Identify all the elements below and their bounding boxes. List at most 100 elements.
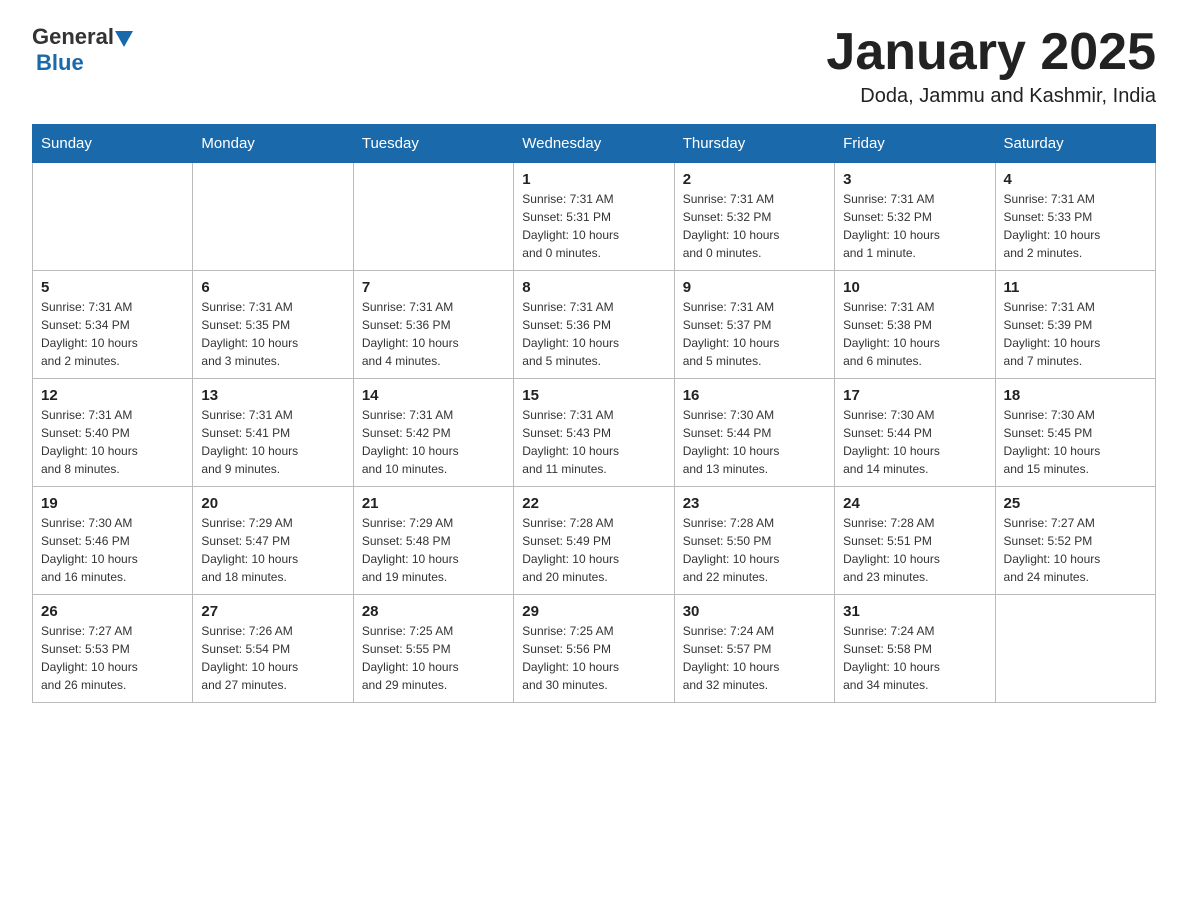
day-info: Sunrise: 7:31 AM Sunset: 5:35 PM Dayligh…: [201, 298, 344, 370]
day-info: Sunrise: 7:31 AM Sunset: 5:32 PM Dayligh…: [843, 190, 986, 262]
day-info: Sunrise: 7:31 AM Sunset: 5:43 PM Dayligh…: [522, 406, 665, 478]
calendar-cell: 25 Sunrise: 7:27 AM Sunset: 5:52 PM Dayli…: [995, 487, 1155, 595]
calendar-cell: 1 Sunrise: 7:31 AM Sunset: 5:31 PM Daylig…: [514, 163, 674, 271]
calendar-cell: 4 Sunrise: 7:31 AM Sunset: 5:33 PM Daylig…: [995, 163, 1155, 271]
day-number: 1: [522, 171, 665, 188]
day-number: 25: [1004, 495, 1147, 512]
day-info: Sunrise: 7:24 AM Sunset: 5:57 PM Dayligh…: [683, 622, 826, 694]
day-number: 22: [522, 495, 665, 512]
day-number: 31: [843, 603, 986, 620]
day-number: 12: [41, 387, 184, 404]
day-number: 10: [843, 279, 986, 296]
calendar-cell: 2 Sunrise: 7:31 AM Sunset: 5:32 PM Daylig…: [674, 163, 834, 271]
calendar-cell: 16Sunrise: 7:30 AM Sunset: 5:44 PM Dayli…: [674, 379, 834, 487]
calendar-cell: 31 Sunrise: 7:24 AM Sunset: 5:58 PM Dayli…: [835, 595, 995, 703]
day-number: 17: [843, 387, 986, 404]
day-number: 9: [683, 279, 826, 296]
day-number: 7: [362, 279, 505, 296]
calendar-cell: [193, 163, 353, 271]
day-number: 19: [41, 495, 184, 512]
weekday-header-wednesday: Wednesday: [514, 125, 674, 163]
day-number: 3: [843, 171, 986, 188]
weekday-header-sunday: Sunday: [33, 125, 193, 163]
day-info: Sunrise: 7:28 AM Sunset: 5:49 PM Dayligh…: [522, 514, 665, 586]
calendar-cell: 21 Sunrise: 7:29 AM Sunset: 5:48 PM Dayli…: [353, 487, 513, 595]
day-info: Sunrise: 7:29 AM Sunset: 5:47 PM Dayligh…: [201, 514, 344, 586]
calendar-cell: 11Sunrise: 7:31 AM Sunset: 5:39 PM Dayli…: [995, 271, 1155, 379]
day-number: 18: [1004, 387, 1147, 404]
week-row-2: 5 Sunrise: 7:31 AM Sunset: 5:34 PM Daylig…: [33, 271, 1156, 379]
weekday-header-row: SundayMondayTuesdayWednesdayThursdayFrid…: [33, 125, 1156, 163]
day-number: 14: [362, 387, 505, 404]
logo-arrow-icon: [115, 31, 133, 47]
calendar-cell: 18 Sunrise: 7:30 AM Sunset: 5:45 PM Dayli…: [995, 379, 1155, 487]
logo-general-text: General: [32, 24, 114, 50]
day-info: Sunrise: 7:29 AM Sunset: 5:48 PM Dayligh…: [362, 514, 505, 586]
day-number: 8: [522, 279, 665, 296]
weekday-header-tuesday: Tuesday: [353, 125, 513, 163]
week-row-4: 19 Sunrise: 7:30 AM Sunset: 5:46 PM Dayli…: [33, 487, 1156, 595]
calendar-cell: 20 Sunrise: 7:29 AM Sunset: 5:47 PM Dayli…: [193, 487, 353, 595]
day-info: Sunrise: 7:28 AM Sunset: 5:50 PM Dayligh…: [683, 514, 826, 586]
calendar-cell: 12 Sunrise: 7:31 AM Sunset: 5:40 PM Dayli…: [33, 379, 193, 487]
calendar-cell: 23Sunrise: 7:28 AM Sunset: 5:50 PM Dayli…: [674, 487, 834, 595]
calendar-cell: [995, 595, 1155, 703]
calendar-cell: 6 Sunrise: 7:31 AM Sunset: 5:35 PM Daylig…: [193, 271, 353, 379]
day-info: Sunrise: 7:30 AM Sunset: 5:45 PM Dayligh…: [1004, 406, 1147, 478]
day-info: Sunrise: 7:25 AM Sunset: 5:56 PM Dayligh…: [522, 622, 665, 694]
day-info: Sunrise: 7:30 AM Sunset: 5:46 PM Dayligh…: [41, 514, 184, 586]
day-info: Sunrise: 7:31 AM Sunset: 5:34 PM Dayligh…: [41, 298, 184, 370]
weekday-header-monday: Monday: [193, 125, 353, 163]
day-number: 30: [683, 603, 826, 620]
calendar-cell: 9 Sunrise: 7:31 AM Sunset: 5:37 PM Daylig…: [674, 271, 834, 379]
day-info: Sunrise: 7:31 AM Sunset: 5:32 PM Dayligh…: [683, 190, 826, 262]
calendar-cell: 5 Sunrise: 7:31 AM Sunset: 5:34 PM Daylig…: [33, 271, 193, 379]
day-number: 2: [683, 171, 826, 188]
calendar-cell: 30 Sunrise: 7:24 AM Sunset: 5:57 PM Dayli…: [674, 595, 834, 703]
day-number: 28: [362, 603, 505, 620]
location-title: Doda, Jammu and Kashmir, India: [826, 85, 1156, 108]
calendar-cell: 7 Sunrise: 7:31 AM Sunset: 5:36 PM Daylig…: [353, 271, 513, 379]
calendar-cell: 15Sunrise: 7:31 AM Sunset: 5:43 PM Dayli…: [514, 379, 674, 487]
day-number: 24: [843, 495, 986, 512]
calendar-cell: 28 Sunrise: 7:25 AM Sunset: 5:55 PM Dayli…: [353, 595, 513, 703]
day-info: Sunrise: 7:28 AM Sunset: 5:51 PM Dayligh…: [843, 514, 986, 586]
calendar-cell: 27 Sunrise: 7:26 AM Sunset: 5:54 PM Dayli…: [193, 595, 353, 703]
day-number: 6: [201, 279, 344, 296]
day-number: 5: [41, 279, 184, 296]
day-number: 21: [362, 495, 505, 512]
day-info: Sunrise: 7:31 AM Sunset: 5:33 PM Dayligh…: [1004, 190, 1147, 262]
day-number: 4: [1004, 171, 1147, 188]
calendar-cell: 14 Sunrise: 7:31 AM Sunset: 5:42 PM Dayli…: [353, 379, 513, 487]
day-info: Sunrise: 7:31 AM Sunset: 5:38 PM Dayligh…: [843, 298, 986, 370]
week-row-5: 26Sunrise: 7:27 AM Sunset: 5:53 PM Dayli…: [33, 595, 1156, 703]
day-number: 27: [201, 603, 344, 620]
weekday-header-saturday: Saturday: [995, 125, 1155, 163]
day-number: 20: [201, 495, 344, 512]
month-title: January 2025: [826, 24, 1156, 81]
calendar-cell: 3 Sunrise: 7:31 AM Sunset: 5:32 PM Daylig…: [835, 163, 995, 271]
calendar-cell: 24 Sunrise: 7:28 AM Sunset: 5:51 PM Dayli…: [835, 487, 995, 595]
logo-blue-text: Blue: [36, 50, 84, 75]
week-row-1: 1 Sunrise: 7:31 AM Sunset: 5:31 PM Daylig…: [33, 163, 1156, 271]
day-info: Sunrise: 7:31 AM Sunset: 5:36 PM Dayligh…: [522, 298, 665, 370]
day-info: Sunrise: 7:31 AM Sunset: 5:42 PM Dayligh…: [362, 406, 505, 478]
day-info: Sunrise: 7:31 AM Sunset: 5:40 PM Dayligh…: [41, 406, 184, 478]
weekday-header-thursday: Thursday: [674, 125, 834, 163]
day-number: 29: [522, 603, 665, 620]
day-info: Sunrise: 7:26 AM Sunset: 5:54 PM Dayligh…: [201, 622, 344, 694]
day-info: Sunrise: 7:25 AM Sunset: 5:55 PM Dayligh…: [362, 622, 505, 694]
calendar-cell: 10 Sunrise: 7:31 AM Sunset: 5:38 PM Dayli…: [835, 271, 995, 379]
calendar-cell: 26Sunrise: 7:27 AM Sunset: 5:53 PM Dayli…: [33, 595, 193, 703]
title-section: January 2025 Doda, Jammu and Kashmir, In…: [826, 24, 1156, 108]
calendar-cell: 17 Sunrise: 7:30 AM Sunset: 5:44 PM Dayli…: [835, 379, 995, 487]
day-info: Sunrise: 7:31 AM Sunset: 5:41 PM Dayligh…: [201, 406, 344, 478]
day-info: Sunrise: 7:31 AM Sunset: 5:31 PM Dayligh…: [522, 190, 665, 262]
day-info: Sunrise: 7:30 AM Sunset: 5:44 PM Dayligh…: [843, 406, 986, 478]
day-info: Sunrise: 7:27 AM Sunset: 5:52 PM Dayligh…: [1004, 514, 1147, 586]
day-info: Sunrise: 7:31 AM Sunset: 5:36 PM Dayligh…: [362, 298, 505, 370]
day-info: Sunrise: 7:24 AM Sunset: 5:58 PM Dayligh…: [843, 622, 986, 694]
day-info: Sunrise: 7:31 AM Sunset: 5:37 PM Dayligh…: [683, 298, 826, 370]
day-info: Sunrise: 7:31 AM Sunset: 5:39 PM Dayligh…: [1004, 298, 1147, 370]
day-info: Sunrise: 7:30 AM Sunset: 5:44 PM Dayligh…: [683, 406, 826, 478]
